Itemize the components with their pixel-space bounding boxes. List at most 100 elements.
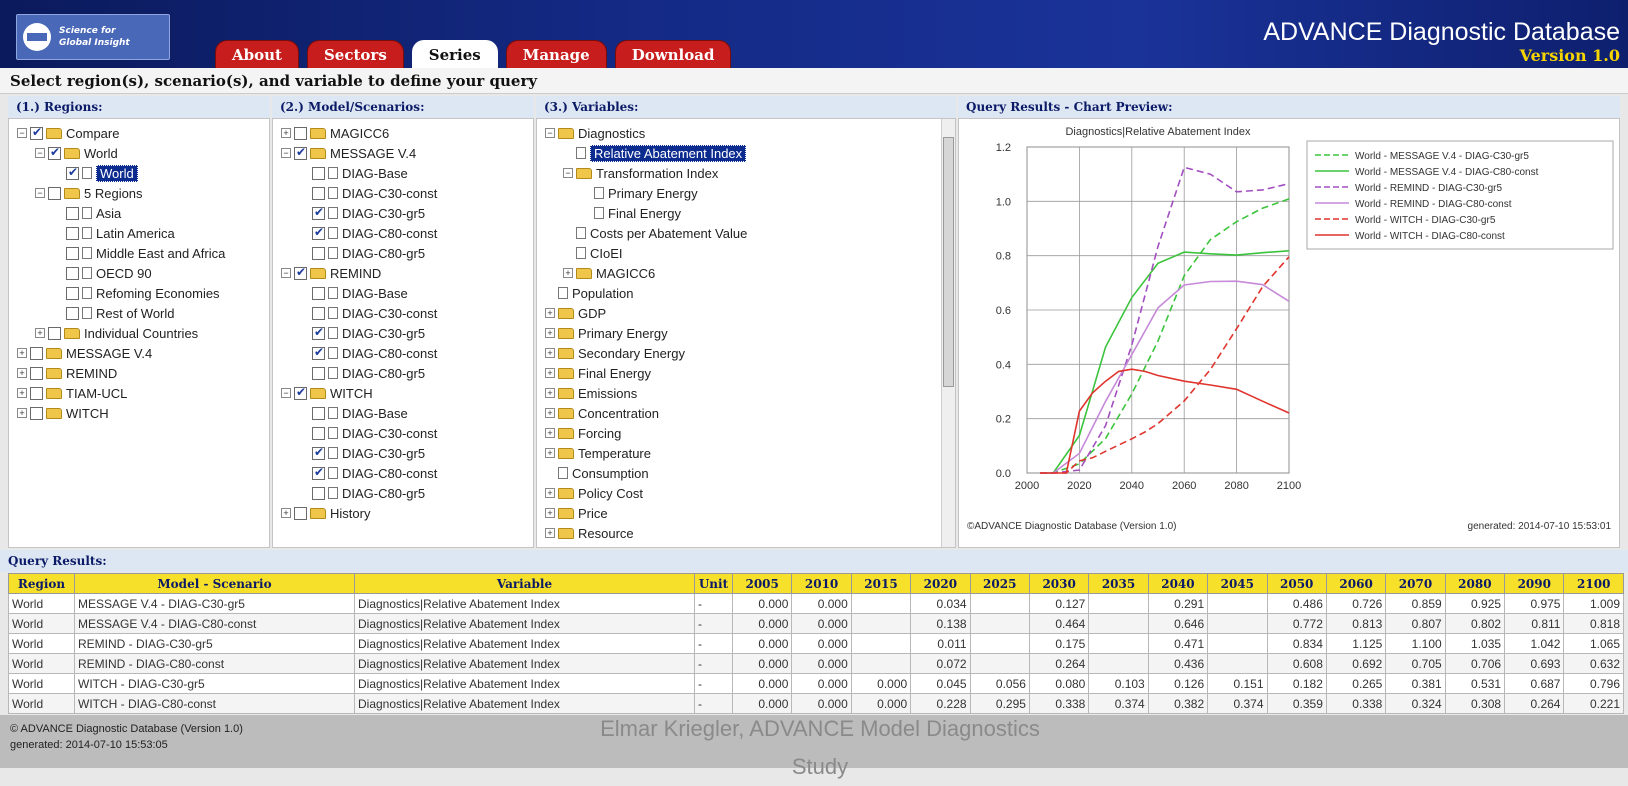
- models-tree-row[interactable]: DIAG-Base: [281, 163, 533, 183]
- variables-tree-row[interactable]: + Policy Cost: [545, 483, 955, 503]
- models-tree-row[interactable]: DIAG-C30-gr5: [281, 323, 533, 343]
- models-tree-row[interactable]: + History: [281, 503, 533, 523]
- variables-tree-row[interactable]: + Price: [545, 503, 955, 523]
- tree-item-label[interactable]: Secondary Energy: [578, 346, 685, 361]
- column-header[interactable]: 2040: [1147, 573, 1209, 594]
- checkbox[interactable]: [294, 385, 307, 400]
- models-tree-row[interactable]: DIAG-C30-const: [281, 423, 533, 443]
- table-row[interactable]: World MESSAGE V.4 - DIAG-C30-gr5 Diagnosti…: [8, 593, 1624, 614]
- tree-item-label[interactable]: DIAG-C80-gr5: [342, 246, 425, 261]
- variables-tree-row[interactable]: + Secondary Energy: [545, 343, 955, 363]
- tree-item-label[interactable]: MESSAGE V.4: [66, 346, 152, 361]
- tree-item-label[interactable]: DIAG-C30-gr5: [342, 206, 425, 221]
- tree-item-label[interactable]: DIAG-C30-gr5: [342, 446, 425, 461]
- regions-tree-row[interactable]: + MESSAGE V.4: [17, 343, 269, 363]
- checkbox[interactable]: [294, 126, 307, 140]
- checkbox[interactable]: [66, 286, 79, 300]
- expand-icon[interactable]: +: [545, 528, 555, 538]
- checkbox[interactable]: [312, 445, 325, 460]
- checkbox[interactable]: [48, 326, 61, 340]
- tree-item-label[interactable]: DIAG-C30-const: [342, 186, 437, 201]
- column-header[interactable]: 2030: [1028, 573, 1090, 594]
- column-header[interactable]: Unit: [694, 573, 733, 594]
- checkbox[interactable]: [312, 225, 325, 240]
- tree-item-label[interactable]: WITCH: [66, 406, 109, 421]
- column-header[interactable]: 2080: [1444, 573, 1506, 594]
- tree-item-label[interactable]: WITCH: [330, 386, 373, 401]
- tree-item-label[interactable]: Refoming Economies: [96, 286, 220, 301]
- tree-item-label[interactable]: DIAG-C30-const: [342, 306, 437, 321]
- models-tree-row[interactable]: DIAG-C30-const: [281, 183, 533, 203]
- column-header[interactable]: 2015: [850, 573, 912, 594]
- collapse-icon[interactable]: −: [17, 128, 27, 138]
- variables-tree-row[interactable]: CIoEI: [545, 243, 955, 263]
- tree-item-label[interactable]: Resource: [578, 526, 634, 541]
- models-tree-row[interactable]: DIAG-C30-const: [281, 303, 533, 323]
- variables-tree-row[interactable]: + Forcing: [545, 423, 955, 443]
- tab-series[interactable]: Series: [411, 40, 498, 68]
- tree-item-label[interactable]: Asia: [96, 206, 121, 221]
- models-tree-row[interactable]: − MESSAGE V.4: [281, 143, 533, 163]
- tree-item-label[interactable]: Rest of World: [96, 306, 175, 321]
- tree-item-label[interactable]: World: [96, 164, 138, 182]
- tree-item-label[interactable]: Compare: [66, 126, 119, 141]
- tree-item-label[interactable]: DIAG-C80-const: [342, 346, 437, 361]
- variables-tree-row[interactable]: + Emissions: [545, 383, 955, 403]
- regions-tree-row[interactable]: − World: [17, 143, 269, 163]
- tree-item-label[interactable]: MAGICC6: [596, 266, 655, 281]
- variables-tree-row[interactable]: + MAGICC6: [545, 263, 955, 283]
- column-header[interactable]: 2010: [791, 573, 852, 594]
- column-header[interactable]: 2100: [1563, 573, 1624, 594]
- tree-item-label[interactable]: Price: [578, 506, 608, 521]
- checkbox[interactable]: [66, 165, 79, 180]
- models-tree-row[interactable]: DIAG-Base: [281, 403, 533, 423]
- checkbox[interactable]: [30, 366, 43, 380]
- regions-tree-row[interactable]: Middle East and Africa: [17, 243, 269, 263]
- variables-tree-row[interactable]: + Temperature: [545, 443, 955, 463]
- tree-item-label[interactable]: Primary Energy: [578, 326, 668, 341]
- table-row[interactable]: World MESSAGE V.4 - DIAG-C80-const Diagnos…: [8, 613, 1624, 634]
- checkbox[interactable]: [66, 206, 79, 220]
- variables-tree-row[interactable]: − Diagnostics: [545, 123, 955, 143]
- expand-icon[interactable]: +: [17, 368, 27, 378]
- column-header[interactable]: Variable: [354, 573, 695, 594]
- tree-item-label[interactable]: DIAG-C30-gr5: [342, 326, 425, 341]
- collapse-icon[interactable]: −: [563, 168, 573, 178]
- expand-icon[interactable]: +: [545, 328, 555, 338]
- checkbox[interactable]: [66, 226, 79, 240]
- column-header[interactable]: 2005: [731, 573, 793, 594]
- checkbox[interactable]: [312, 286, 325, 300]
- checkbox[interactable]: [294, 506, 307, 520]
- tree-item-label[interactable]: Temperature: [578, 446, 651, 461]
- expand-icon[interactable]: +: [545, 308, 555, 318]
- tree-item-label[interactable]: MAGICC6: [330, 126, 389, 141]
- expand-icon[interactable]: +: [35, 328, 45, 338]
- tree-item-label[interactable]: OECD 90: [96, 266, 152, 281]
- tree-item-label[interactable]: Emissions: [578, 386, 637, 401]
- tree-item-label[interactable]: DIAG-Base: [342, 166, 408, 181]
- tree-item-label[interactable]: Latin America: [96, 226, 175, 241]
- regions-tree-row[interactable]: + WITCH: [17, 403, 269, 423]
- checkbox[interactable]: [66, 306, 79, 320]
- tab-manage[interactable]: Manage: [505, 40, 607, 68]
- models-tree-row[interactable]: + MAGICC6: [281, 123, 533, 143]
- regions-tree-row[interactable]: + REMIND: [17, 363, 269, 383]
- tree-item-label[interactable]: 5 Regions: [84, 186, 143, 201]
- variables-tree-row[interactable]: + Final Energy: [545, 363, 955, 383]
- regions-tree-row[interactable]: − Compare: [17, 123, 269, 143]
- table-row[interactable]: World REMIND - DIAG-C30-gr5 Diagnostics|Re…: [8, 633, 1624, 654]
- tree-item-label[interactable]: Final Energy: [608, 206, 681, 221]
- models-tree-row[interactable]: DIAG-C80-gr5: [281, 243, 533, 263]
- expand-icon[interactable]: +: [17, 408, 27, 418]
- variables-tree-row[interactable]: + GDP: [545, 303, 955, 323]
- logo[interactable]: Science for Global Insight: [16, 14, 170, 60]
- models-tree-row[interactable]: DIAG-C30-gr5: [281, 443, 533, 463]
- checkbox[interactable]: [312, 246, 325, 260]
- expand-icon[interactable]: +: [545, 488, 555, 498]
- column-header[interactable]: Model - Scenario: [74, 573, 355, 594]
- variables-tree-row[interactable]: + Resource: [545, 523, 955, 543]
- column-header[interactable]: 2090: [1504, 573, 1565, 594]
- models-tree-row[interactable]: DIAG-C80-gr5: [281, 483, 533, 503]
- models-tree-row[interactable]: − WITCH: [281, 383, 533, 403]
- tree-item-label[interactable]: DIAG-C80-gr5: [342, 486, 425, 501]
